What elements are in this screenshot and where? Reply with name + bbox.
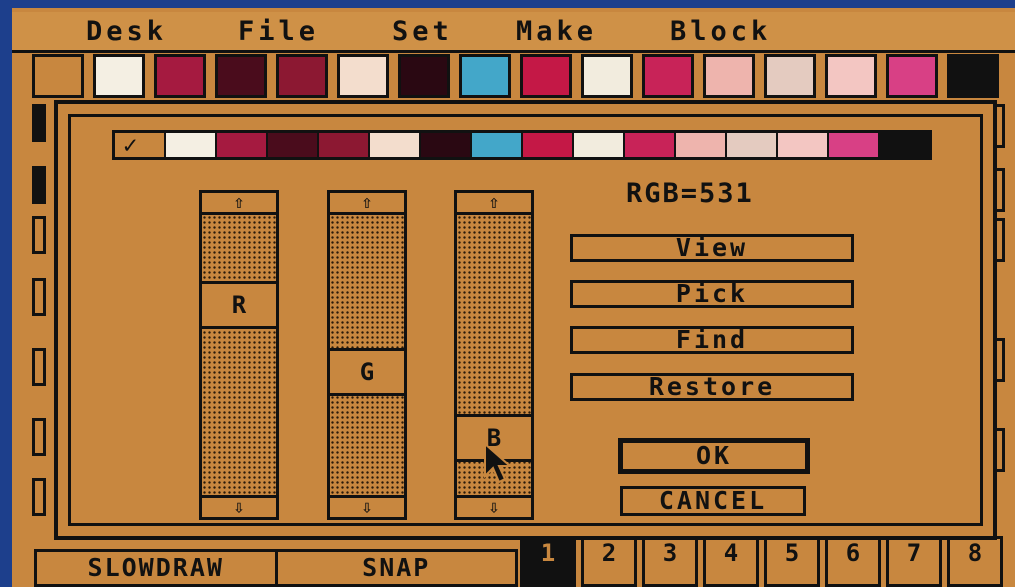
color-swatch[interactable] — [217, 133, 268, 157]
color-swatch[interactable] — [166, 133, 217, 157]
red-up-arrow-icon[interactable]: ⇧ — [202, 193, 276, 215]
snap-toggle[interactable]: SNAP — [278, 552, 516, 584]
color-swatch[interactable] — [268, 133, 319, 157]
slowdraw-toggle[interactable]: SLOWDRAW — [37, 552, 278, 584]
left-tab[interactable] — [32, 478, 46, 516]
find-button[interactable]: Find — [570, 326, 854, 354]
page-button-8[interactable]: 8 — [947, 536, 1003, 587]
color-swatch[interactable] — [778, 133, 829, 157]
cancel-button[interactable]: CANCEL — [620, 486, 806, 516]
green-slider[interactable]: ⇧ G ⇩ — [327, 190, 407, 520]
blue-up-arrow-icon[interactable]: ⇧ — [457, 193, 531, 215]
menu-make[interactable]: Make — [516, 16, 597, 47]
red-slider[interactable]: ⇧ R ⇩ — [199, 190, 279, 520]
palette-color-swatch[interactable] — [947, 54, 999, 98]
view-button[interactable]: View — [570, 234, 854, 262]
left-tab[interactable] — [32, 104, 46, 142]
color-swatch[interactable] — [523, 133, 574, 157]
color-swatch[interactable] — [727, 133, 778, 157]
color-swatch[interactable] — [676, 133, 727, 157]
page-button-3[interactable]: 3 — [642, 536, 698, 587]
color-swatch[interactable] — [574, 133, 625, 157]
page-button-5[interactable]: 5 — [764, 536, 820, 587]
swatch-strip: ✓ — [112, 130, 932, 160]
mouse-pointer-icon — [484, 442, 513, 484]
color-swatch[interactable] — [829, 133, 880, 157]
color-swatch[interactable] — [319, 133, 370, 157]
left-tab[interactable] — [32, 216, 46, 254]
color-swatch[interactable] — [472, 133, 523, 157]
red-slider-track[interactable] — [202, 215, 276, 495]
green-up-arrow-icon[interactable]: ⇧ — [330, 193, 404, 215]
palette-color-swatch[interactable] — [93, 54, 145, 98]
left-tab[interactable] — [32, 278, 46, 316]
green-down-arrow-icon[interactable]: ⇩ — [330, 495, 404, 518]
left-tab[interactable] — [32, 348, 46, 386]
color-dialog: ✓ ⇧ R ⇩ ⇧ G ⇩ ⇧ B ⇩ RGB=531 View Pick Fi… — [54, 100, 997, 540]
palette-color-swatch[interactable] — [32, 54, 84, 98]
palette-color-swatch[interactable] — [642, 54, 694, 98]
page-button-7[interactable]: 7 — [886, 536, 942, 587]
palette-color-swatch[interactable] — [886, 54, 938, 98]
red-slider-thumb[interactable]: R — [202, 281, 276, 329]
left-tab[interactable] — [32, 418, 46, 456]
palette-color-swatch[interactable] — [764, 54, 816, 98]
palette-color-swatch[interactable] — [520, 54, 572, 98]
color-swatch[interactable] — [421, 133, 472, 157]
palette-color-swatch[interactable] — [276, 54, 328, 98]
desktop-screen: Desk File Set Make Block ✓ ⇧ R ⇩ ⇧ G ⇩ ⇧ — [12, 8, 1015, 587]
color-swatch[interactable] — [880, 133, 929, 157]
blue-down-arrow-icon[interactable]: ⇩ — [457, 495, 531, 518]
palette-color-swatch[interactable] — [459, 54, 511, 98]
menu-block[interactable]: Block — [670, 16, 771, 47]
ok-button[interactable]: OK — [618, 438, 810, 474]
menu-set[interactable]: Set — [392, 16, 453, 47]
rgb-readout: RGB=531 — [626, 178, 754, 209]
status-bar: SLOWDRAW SNAP — [34, 549, 518, 587]
palette-color-swatch[interactable] — [825, 54, 877, 98]
page-button-4[interactable]: 4 — [703, 536, 759, 587]
menu-desk[interactable]: Desk — [86, 16, 167, 47]
page-button-2[interactable]: 2 — [581, 536, 637, 587]
palette-color-swatch[interactable] — [337, 54, 389, 98]
palette-color-swatch[interactable] — [154, 54, 206, 98]
restore-button[interactable]: Restore — [570, 373, 854, 401]
red-down-arrow-icon[interactable]: ⇩ — [202, 495, 276, 518]
selected-color-swatch[interactable]: ✓ — [115, 131, 166, 159]
left-tab[interactable] — [32, 166, 46, 204]
color-swatch[interactable] — [370, 133, 421, 157]
palette-color-swatch[interactable] — [703, 54, 755, 98]
page-button-1[interactable]: 1 — [520, 536, 576, 587]
palette-color-swatch[interactable] — [398, 54, 450, 98]
menu-bar: Desk File Set Make Block — [12, 12, 1015, 53]
pick-button[interactable]: Pick — [570, 280, 854, 308]
page-button-6[interactable]: 6 — [825, 536, 881, 587]
green-slider-thumb[interactable]: G — [330, 348, 404, 396]
menu-file[interactable]: File — [238, 16, 319, 47]
color-swatch[interactable] — [625, 133, 676, 157]
check-icon: ✓ — [123, 131, 138, 159]
palette-color-swatch[interactable] — [215, 54, 267, 98]
palette-color-swatch[interactable] — [581, 54, 633, 98]
